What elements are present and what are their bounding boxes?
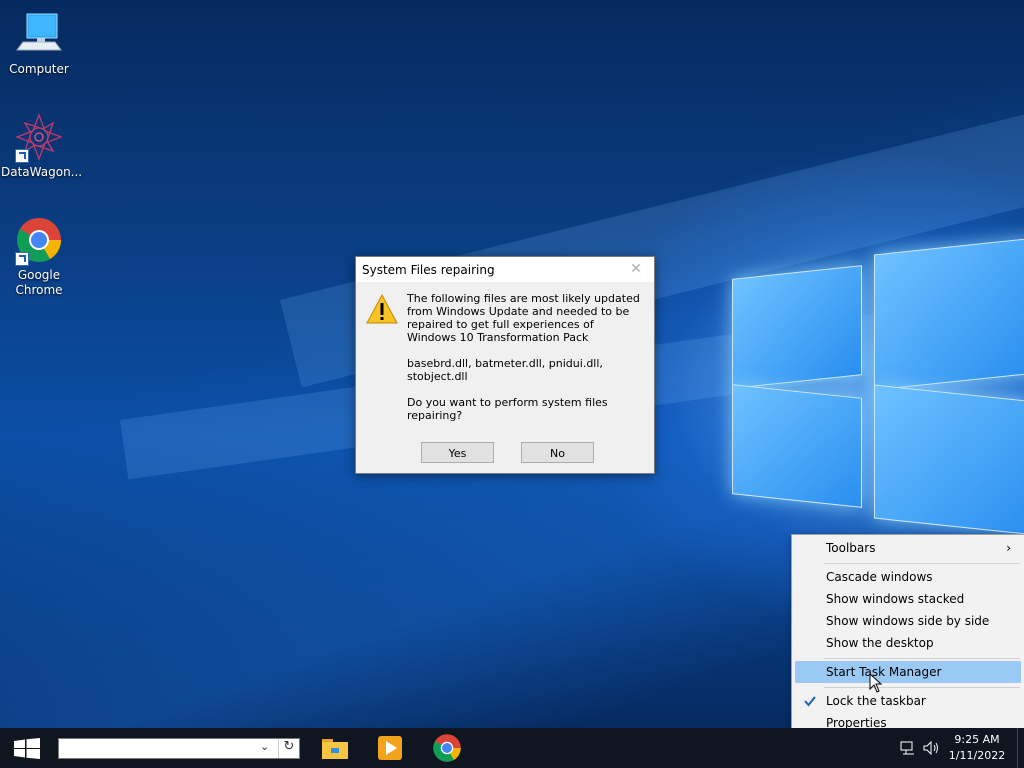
volume-icon[interactable]	[921, 728, 943, 768]
clock-date: 1/11/2022	[948, 749, 1006, 762]
dialog-message-intro: The following files are most likely upda…	[407, 292, 640, 344]
no-button[interactable]: No	[521, 442, 594, 463]
refresh-icon[interactable]: ↻	[278, 739, 299, 758]
menu-item-label: Show windows side by side	[826, 614, 990, 628]
media-player-icon	[378, 736, 402, 760]
system-files-repairing-dialog: System Files repairing ✕ The following f…	[355, 256, 655, 474]
menu-item-lock-the-taskbar[interactable]: Lock the taskbar	[795, 690, 1021, 712]
desktop-icon-google-chrome[interactable]: Google Chrome	[1, 216, 77, 298]
close-icon[interactable]: ✕	[630, 262, 642, 276]
menu-item-cascade-windows[interactable]: Cascade windows	[795, 566, 1021, 588]
dialog-title: System Files repairing	[362, 263, 495, 277]
taskbar-context-menu: Toolbars › Cascade windows Show windows …	[791, 534, 1024, 738]
yes-button[interactable]: Yes	[421, 442, 494, 463]
taskbar[interactable]: ⌄ ↻ 9:25 AM 1/11/2022	[0, 728, 1024, 768]
menu-item-start-task-manager[interactable]: Start Task Manager	[795, 661, 1021, 683]
windows-logo-icon	[14, 738, 40, 759]
menu-item-show-windows-side-by-side[interactable]: Show windows side by side	[795, 610, 1021, 632]
menu-item-show-the-desktop[interactable]: Show the desktop	[795, 632, 1021, 654]
dialog-message: The following files are most likely upda…	[407, 292, 642, 435]
chrome-icon	[15, 216, 63, 266]
mouse-cursor-icon	[869, 672, 883, 696]
chevron-right-icon: ›	[1006, 541, 1011, 555]
taskbar-media-player[interactable]	[371, 728, 411, 768]
datawagon-icon	[15, 113, 63, 163]
menu-item-show-windows-stacked[interactable]: Show windows stacked	[795, 588, 1021, 610]
menu-item-label: Show windows stacked	[826, 592, 965, 606]
desktop-icon-label: DataWagon...	[1, 165, 83, 179]
menu-separator	[824, 658, 1020, 659]
menu-item-label: Show the desktop	[826, 636, 934, 650]
desktop-icon-datawagon[interactable]: DataWagon...	[1, 113, 83, 180]
clock-time: 9:25 AM	[954, 733, 1000, 746]
dialog-message-question: Do you want to perform system files repa…	[407, 396, 608, 422]
checkmark-icon	[803, 693, 817, 707]
taskbar-file-explorer[interactable]	[315, 728, 355, 768]
warning-icon	[366, 293, 398, 327]
taskbar-google-chrome[interactable]	[427, 728, 467, 768]
chrome-icon	[433, 734, 461, 762]
show-desktop-button[interactable]	[1017, 728, 1024, 768]
dialog-message-files: basebrd.dll, batmeter.dll, pnidui.dll, s…	[407, 357, 603, 383]
shortcut-arrow-icon	[15, 252, 29, 266]
menu-item-label: Toolbars	[826, 541, 876, 555]
menu-item-label: Cascade windows	[826, 570, 933, 584]
network-icon[interactable]	[898, 728, 918, 768]
start-button[interactable]	[0, 728, 52, 768]
computer-icon	[15, 10, 63, 58]
taskbar-clock[interactable]: 9:25 AM 1/11/2022	[946, 732, 1008, 764]
desktop-icon-label: Google Chrome	[15, 268, 63, 297]
desktop-icon-label: Computer	[9, 62, 69, 76]
menu-item-label: Start Task Manager	[826, 665, 942, 679]
folder-icon	[322, 739, 348, 759]
address-toolbar: ⌄ ↻	[58, 738, 300, 759]
address-input[interactable]	[59, 739, 267, 757]
shortcut-arrow-icon	[15, 149, 29, 163]
menu-separator	[824, 687, 1020, 688]
dialog-titlebar[interactable]: System Files repairing ✕	[356, 257, 654, 282]
desktop-icon-computer[interactable]: Computer	[1, 10, 77, 77]
menu-separator	[824, 563, 1020, 564]
chevron-down-icon[interactable]: ⌄	[260, 740, 269, 753]
menu-item-toolbars[interactable]: Toolbars ›	[795, 537, 1021, 559]
